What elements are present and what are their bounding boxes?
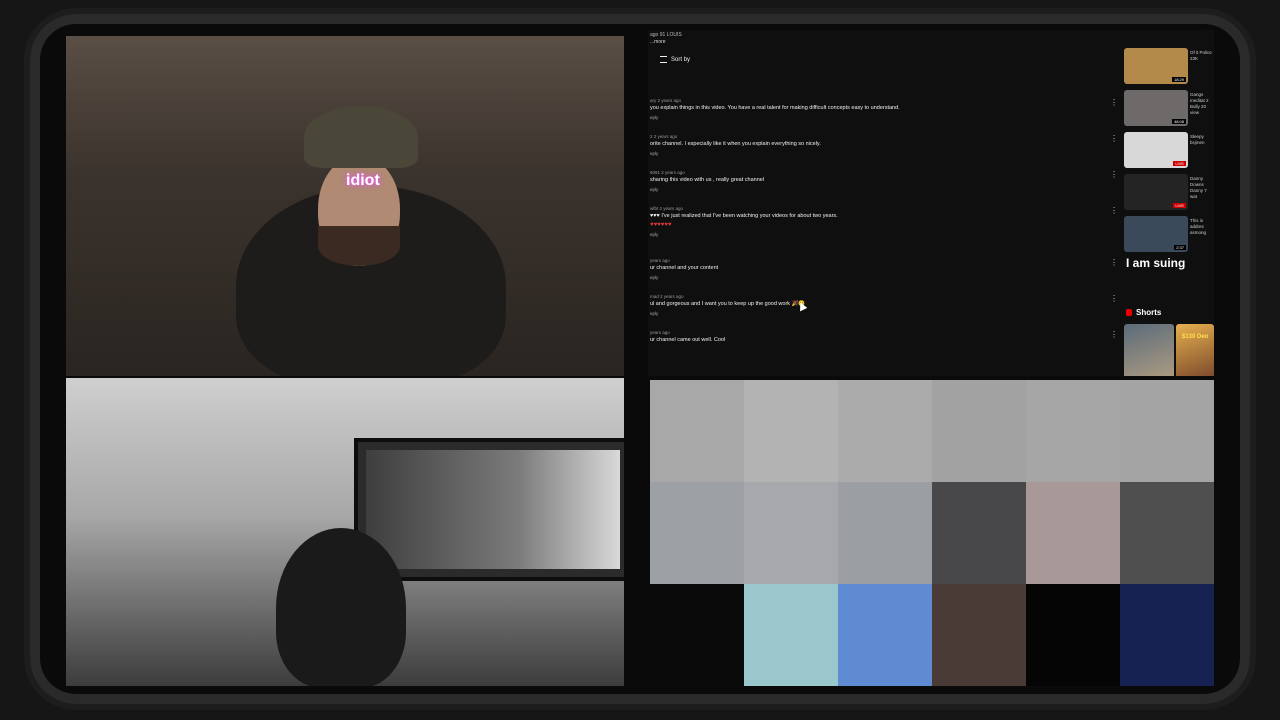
duration-badge: 18:29 [1171,77,1186,82]
comment-menu-icon[interactable]: ⋮ [1110,330,1118,339]
pixel-block [1120,584,1214,686]
short-thumbnail[interactable]: $130 Deo [1176,324,1214,376]
streamer-hat [304,106,418,168]
comment-menu-icon[interactable]: ⋮ [1110,294,1118,303]
pixel-block [650,482,744,584]
comment-meta: years ago [650,330,670,335]
comment-text: ♥♥♥ I've just realized that I've been wa… [650,213,838,219]
comment-item: 2 2 years ago orite channel. I especiall… [650,134,821,156]
short-thumbnail[interactable] [1124,324,1174,376]
video-thumbnail[interactable]: LIVE [1124,174,1188,210]
comment-text: sharing this video with us , really grea… [650,177,765,183]
pixel-block [838,380,932,482]
video-thumbnail[interactable]: 18:29 [1124,48,1188,84]
reply-button[interactable]: eply [650,311,805,316]
pixel-block [1026,380,1120,482]
pixel-block [1120,380,1214,482]
comment-meta: years ago [650,258,670,263]
reply-button[interactable]: eply [650,187,764,192]
video-title[interactable]: Of it Police 23K [1190,50,1214,62]
comment-item: years ago ur channel and your content ep… [650,258,718,280]
comment-item: mad 2 years ago ul and gorgeous and I wa… [650,294,805,316]
comment-meta: 2 2 years ago [650,134,678,139]
comment-menu-icon[interactable]: ⋮ [1110,258,1118,267]
video-title[interactable]: Danny Downs Danny 7 wat [1190,176,1214,200]
top-fragment: ago 91 LOUIS [650,32,682,38]
comment-meta: wfbt 2 years ago [650,206,684,211]
comment-menu-icon[interactable]: ⋮ [1110,206,1118,215]
pixel-block [744,482,838,584]
comment-text: ul and gorgeous and I want you to keep u… [650,301,806,307]
comment-text: you explain things in this video. You ha… [650,105,900,111]
pixel-block [1026,482,1120,584]
comment-item: wfbt 2 years ago ♥♥♥ I've just realized … [650,206,838,237]
streamer-back [276,528,406,686]
pixel-block [650,584,744,686]
shorts-label: Shorts [1136,308,1162,317]
video-title[interactable]: Sleepy bsjmen [1190,134,1214,146]
overlay-text: idiot [346,172,380,189]
reply-button[interactable]: eply [650,151,821,156]
pixel-block [650,380,744,482]
pixel-block [1120,482,1214,584]
pixel-block [932,380,1026,482]
four-pane-grid: idiot ago 91 LOUIS ...more Sort by ary 2… [66,30,1214,686]
duration-badge: 2:37 [1174,245,1186,250]
webcam-top: idiot [66,36,624,376]
comment-text: ur channel and your content [650,265,719,271]
sort-label: Sort by [671,57,691,64]
more-link[interactable]: ...more [650,39,666,45]
pixelated-censor-pane [650,380,1214,686]
reply-button[interactable]: eply [650,232,838,237]
shorts-logo-icon [1126,309,1132,317]
thumbnail-caption: I am suing [1126,256,1186,270]
video-thumbnail[interactable]: LIVE [1124,132,1188,168]
pixel-block [838,482,932,584]
shorts-header: Shorts [1126,308,1161,317]
reply-button[interactable]: eply [650,275,718,280]
comment-item: 6091 2 years ago sharing this video with… [650,170,764,192]
youtube-comments-pane: ago 91 LOUIS ...more Sort by ary 2 years… [648,30,1214,376]
comment-text: ur channel came out well. Cool [650,337,726,343]
live-badge: LIVE [1173,203,1186,208]
hearts-emoji: ♥♥♥♥♥♥ [650,222,672,228]
sort-icon [660,56,667,63]
short-caption: $130 Deo [1182,334,1209,340]
video-thumbnail[interactable]: 2:37 [1124,216,1188,252]
pixel-block [838,584,932,686]
pixel-block [932,584,1026,686]
video-title[interactable]: This is addres asmong [1190,218,1214,236]
comment-item: ary 2 years ago you explain things in th… [650,98,900,120]
comment-menu-icon[interactable]: ⋮ [1110,134,1118,143]
pixel-block [744,584,838,686]
pixel-block [932,482,1026,584]
comment-menu-icon[interactable]: ⋮ [1110,98,1118,107]
sort-by-button[interactable]: Sort by [660,56,690,63]
pixel-block [1026,584,1120,686]
video-title[interactable]: Gangs meditat 2 Bully 20 view [1190,92,1214,116]
video-thumbnail[interactable]: 48:08 [1124,90,1188,126]
comment-meta: mad 2 years ago [650,294,684,299]
reply-button[interactable]: eply [650,115,900,120]
pixel-block [744,380,838,482]
comment-item: years ago ur channel came out well. Cool [650,330,725,343]
duration-badge: 48:08 [1171,119,1186,124]
live-badge: LIVE [1173,161,1186,166]
desk-monitor [354,438,624,581]
comment-meta: 6091 2 years ago [650,170,685,175]
webcam-bottom [66,378,624,686]
comment-meta: ary 2 years ago [650,98,682,103]
comment-menu-icon[interactable]: ⋮ [1110,170,1118,179]
streamer-beard [318,226,400,266]
comment-text: orite channel. I especially like it when… [650,141,821,147]
